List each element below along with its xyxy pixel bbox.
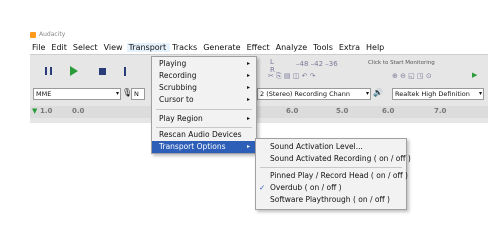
menu-separator (156, 109, 252, 110)
zoom-tools-icons[interactable]: ⊕ ⊖ ◱ ◳ ⊙ (392, 72, 432, 80)
menu-tools[interactable]: Tools (311, 43, 337, 52)
menu-file[interactable]: File (30, 43, 49, 52)
menu-select[interactable]: Select (71, 43, 102, 52)
recording-channels-select[interactable]: 2 (Stereo) Recording Chann ▾ (257, 88, 371, 100)
menu-effect[interactable]: Effect (245, 43, 274, 52)
menu-extra[interactable]: Extra (337, 43, 364, 52)
checkmark-icon: ✓ (259, 183, 266, 192)
meter-l-label: L (270, 58, 274, 66)
audio-host-select[interactable]: MME ▾ (33, 88, 121, 100)
ruler-tick: 5.0 (336, 107, 349, 115)
menu-view[interactable]: View (102, 43, 127, 52)
menu-bar: File Edit Select View Transport Tracks G… (30, 41, 488, 53)
submenu-arrow-icon: ▸ (246, 115, 250, 122)
play-icon (70, 66, 78, 76)
menu-generate[interactable]: Generate (201, 43, 244, 52)
ruler-tick: 6.0 (382, 107, 395, 115)
menu-separator (260, 167, 402, 168)
menu-analyze[interactable]: Analyze (274, 43, 312, 52)
monitor-hint[interactable]: Click to Start Monitoring (368, 60, 435, 66)
menu-item-pinned-play-record-head[interactable]: Pinned Play / Record Head ( on / off ) (256, 170, 408, 182)
menu-item-playing[interactable]: Playing ▸ (152, 58, 256, 70)
menu-item-overdub[interactable]: ✓ Overdub ( on / off ) (256, 182, 406, 194)
speaker-icon: 🔊 (373, 88, 383, 97)
menu-tracks[interactable]: Tracks (170, 43, 201, 52)
menu-item-rescan-audio-devices[interactable]: Rescan Audio Devices (152, 129, 256, 141)
window-title: Audacity (39, 31, 66, 38)
playback-device-select[interactable]: Realtek High Definition ▾ (392, 88, 484, 100)
recording-device-value: N (134, 90, 139, 98)
ruler-tick: 0.0 (72, 107, 85, 115)
play-head-marker-icon: ▼ (32, 107, 38, 115)
menu-edit[interactable]: Edit (49, 43, 71, 52)
menu-item-scrubbing[interactable]: Scrubbing ▸ (152, 82, 256, 94)
playback-device-value: Realtek High Definition (395, 90, 470, 98)
menu-separator (156, 127, 252, 128)
menu-transport[interactable]: Transport (126, 42, 171, 52)
submenu-arrow-icon: ▸ (246, 143, 250, 150)
skip-to-start-button[interactable] (118, 62, 138, 80)
menu-item-cursor-to[interactable]: Cursor to ▸ (152, 94, 256, 106)
audio-host-value: MME (36, 90, 52, 98)
recording-channels-value: 2 (Stereo) Recording Chann (260, 90, 350, 98)
meter-scale-icon: –48 –42 –36 (296, 60, 338, 68)
chevron-down-icon: ▾ (478, 90, 482, 97)
stop-button[interactable] (92, 62, 112, 80)
play-button[interactable] (64, 62, 84, 80)
menu-item-recording[interactable]: Recording ▸ (152, 70, 256, 82)
pause-icon (44, 67, 52, 75)
chevron-down-icon: ▾ (365, 90, 369, 97)
menu-help[interactable]: Help (364, 43, 388, 52)
edit-tools-icons[interactable]: ✂ ⎘ ▤ ◫ ↶ ↷ (268, 72, 316, 81)
menu-item-software-playthrough[interactable]: Software Playthrough ( on / off ) (256, 194, 406, 206)
transport-menu: Playing ▸ Recording ▸ Scrubbing ▸ Cursor… (151, 56, 257, 154)
audacity-logo-icon (30, 31, 36, 38)
meter-toolbar: L R –48 –42 –36 Click to Start Monitorin… (262, 58, 482, 82)
menu-item-transport-options[interactable]: Transport Options ▸ (152, 141, 256, 153)
menu-item-sound-activation-level[interactable]: Sound Activation Level... (256, 141, 406, 153)
stop-icon (98, 67, 106, 75)
submenu-arrow-icon: ▸ (246, 96, 250, 103)
timeline-ruler[interactable]: ▼ 1.0 0.0 6.0 5.0 6.0 7.0 (30, 106, 488, 118)
submenu-arrow-icon: ▸ (246, 60, 250, 67)
skip-to-start-icon (124, 66, 132, 76)
window-title-bar: Audacity (30, 30, 488, 40)
play-at-speed-icon[interactable]: ▶ (472, 71, 477, 79)
submenu-arrow-icon: ▸ (246, 72, 250, 79)
chevron-down-icon: ▾ (115, 90, 119, 97)
menu-item-sound-activated-recording[interactable]: Sound Activated Recording ( on / off ) (256, 153, 411, 165)
recording-device-select[interactable]: N (131, 88, 145, 100)
pause-button[interactable] (38, 62, 58, 80)
ruler-tick: 7.0 (434, 107, 447, 115)
transport-options-submenu: Sound Activation Level... Sound Activate… (255, 138, 411, 210)
ruler-tick: 1.0 (40, 107, 53, 115)
menu-item-play-region[interactable]: Play Region ▸ (152, 113, 256, 125)
ruler-tick: 6.0 (286, 107, 299, 115)
submenu-arrow-icon: ▸ (246, 84, 250, 91)
